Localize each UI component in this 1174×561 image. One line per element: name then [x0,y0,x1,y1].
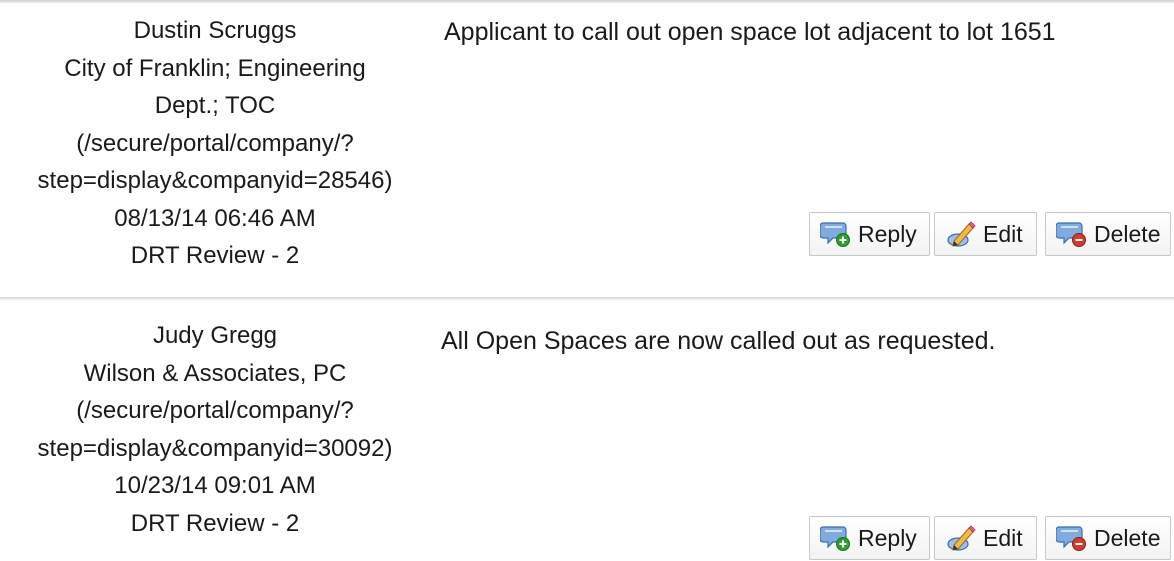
comment-author-block: Judy Gregg Wilson & Associates, PC (/sec… [0,317,430,542]
edit-label: Edit [983,524,1023,551]
comment-item: Judy Gregg Wilson & Associates, PC (/sec… [0,300,1174,561]
comment-actions: Reply Edit Delete [809,516,1171,560]
pencil-note-icon [945,523,977,553]
author-name: Dustin Scruggs [133,17,297,44]
delete-button[interactable]: Delete [1045,212,1171,256]
author-company: Dept.; TOC [154,92,276,119]
comment-item: Dustin Scruggs City of Franklin; Enginee… [0,0,1174,298]
edit-label: Edit [983,220,1023,247]
reply-label: Reply [858,220,917,247]
comment-timestamp: 10/23/14 09:01 AM [114,472,316,499]
delete-label: Delete [1094,220,1161,247]
author-company: City of Franklin; Engineering [64,54,366,82]
review-label: DRT Review - 2 [130,242,300,269]
pencil-note-icon [945,219,977,249]
review-label: DRT Review - 2 [130,509,300,537]
company-link[interactable]: (/secure/portal/company/? [0,125,430,163]
comment-timestamp: 08/13/14 06:46 AM [114,204,316,232]
author-company: Wilson & Associates, PC [83,359,347,387]
comment-text: All Open Spaces are now called out as re… [441,327,996,355]
reply-button[interactable]: Reply [809,212,930,256]
reply-label: Reply [858,524,917,551]
speech-bubble-plus-icon [820,523,852,553]
speech-bubble-minus-icon [1056,523,1088,553]
speech-bubble-minus-icon [1056,219,1088,249]
delete-button[interactable]: Delete [1045,516,1171,560]
comment-author-block: Dustin Scruggs City of Franklin; Enginee… [0,12,430,275]
reply-button[interactable]: Reply [809,516,930,560]
delete-label: Delete [1094,524,1161,551]
company-link[interactable]: step=display&companyid=30092) [0,430,430,468]
speech-bubble-plus-icon [820,219,852,249]
edit-button[interactable]: Edit [934,212,1037,256]
comment-actions: Reply Edit Delete [809,212,1171,256]
comment-text: Applicant to call out open space lot adj… [444,18,1056,46]
company-link[interactable]: (/secure/portal/company/? [0,392,430,430]
author-name: Judy Gregg [152,322,278,349]
edit-button[interactable]: Edit [934,516,1037,560]
company-link[interactable]: step=display&companyid=28546) [0,162,430,200]
